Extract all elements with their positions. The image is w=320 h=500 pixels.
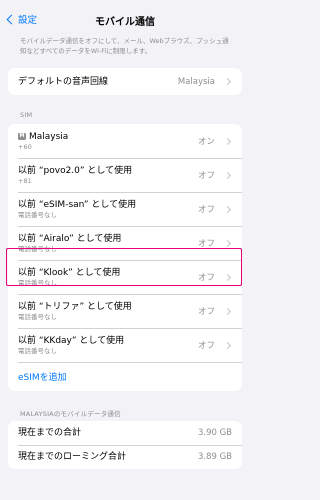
default-voice-label: デフォルトの音声回線 xyxy=(18,76,109,87)
chevron-left-icon xyxy=(6,14,17,24)
sim-line-title: 以前 “KKday” として使用 xyxy=(18,335,125,346)
back-button[interactable]: 設定 xyxy=(6,12,37,26)
sim-line-number: 電話番号なし xyxy=(18,312,57,321)
sim-line-status: オフ xyxy=(197,171,215,181)
back-button-label: 設定 xyxy=(18,15,38,26)
chevron-right-icon xyxy=(223,341,232,349)
usage-section-header: MALAYSIAのモバイルデータ通信 xyxy=(20,410,121,418)
sim-line-number: 電話番号なし xyxy=(18,346,57,355)
chevron-right-icon xyxy=(223,307,232,315)
sim-line-number: +60 xyxy=(18,142,32,151)
usage-value: 3.90 GB xyxy=(197,428,232,438)
sim-line-number: 電話番号なし xyxy=(18,210,57,219)
sim-line-title: 以前 “eSIM-san” として使用 xyxy=(18,199,137,210)
status-bar xyxy=(0,0,250,8)
sim-line-row[interactable]: 以前 “povo2.0” として使用 +81 オフ xyxy=(8,158,242,192)
sim-line-row[interactable]: 以前 “KKday” として使用 電話番号なし オフ xyxy=(8,328,242,362)
sim-line-row[interactable]: 以前 “eSIM-san” として使用 電話番号なし オフ xyxy=(8,192,242,226)
sim-line-status: オン xyxy=(197,137,215,147)
chevron-right-icon xyxy=(223,77,232,86)
navigation-bar: 設定 モバイル通信 xyxy=(0,8,250,32)
chevron-right-icon xyxy=(223,137,232,145)
usage-label: 現在までのローミング合計 xyxy=(18,452,127,462)
page-title: モバイル通信 xyxy=(95,16,155,28)
chevron-right-icon xyxy=(223,239,232,247)
sim-line-title: 以前 “トリファ” として使用 xyxy=(18,301,132,312)
sim-line-status: オフ xyxy=(197,341,215,351)
usage-label: 現在までの合計 xyxy=(18,428,82,438)
sim-line-row[interactable]: M Malaysia +60 オン xyxy=(8,124,242,158)
usage-row: 現在までのローミング合計 3.89 GB xyxy=(8,445,242,469)
add-esim-button[interactable]: eSIMを追加 xyxy=(8,362,242,391)
mobile-data-description: モバイルデータ通信をオフにして、メール、Webブラウズ、プッシュ通知などすべての… xyxy=(20,37,229,55)
sim-line-title: 以前 “povo2.0” として使用 xyxy=(18,165,133,176)
usage-group: 現在までの合計 3.90 GB 現在までのローミング合計 3.89 GB xyxy=(8,421,242,469)
chevron-right-icon xyxy=(223,171,232,179)
default-voice-line-row[interactable]: デフォルトの音声回線 Malaysia xyxy=(8,68,242,95)
sim-line-title: 以前 “Airalo” として使用 xyxy=(18,233,122,244)
chevron-right-icon xyxy=(223,205,232,213)
sim-section-header: SIM xyxy=(20,111,33,119)
sim-line-row[interactable]: 以前 “トリファ” として使用 電話番号なし オフ xyxy=(8,294,242,328)
usage-value: 3.89 GB xyxy=(197,452,232,462)
default-voice-value: Malaysia xyxy=(177,76,215,87)
sim-line-number: +81 xyxy=(18,176,32,185)
sim-badge-icon: M xyxy=(18,132,26,140)
default-voice-group: デフォルトの音声回線 Malaysia xyxy=(8,68,242,95)
usage-row: 現在までの合計 3.90 GB xyxy=(8,421,242,445)
sim-line-title: Malaysia xyxy=(29,131,69,142)
sim-line-status: オフ xyxy=(197,205,215,215)
add-esim-label: eSIMを追加 xyxy=(18,373,67,383)
sim-line-status: オフ xyxy=(197,307,215,317)
highlight-box xyxy=(6,248,242,286)
